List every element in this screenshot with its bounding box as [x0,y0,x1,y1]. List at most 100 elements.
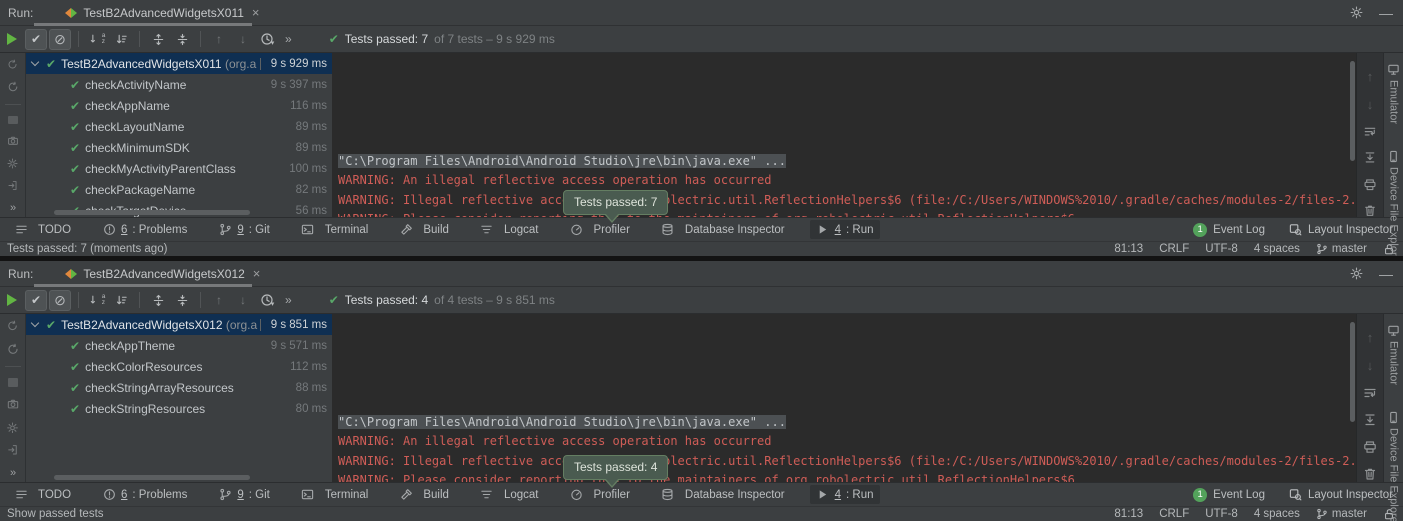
test-row[interactable]: ✔ checkMinimumSDK 89 ms [26,137,332,158]
rerun-button[interactable] [1,29,23,50]
rerun-failed-tests-icon[interactable] [6,343,20,356]
test-settings-icon[interactable] [6,422,19,434]
tool-window-button[interactable]: Logcat [474,485,545,504]
tool-window-button[interactable]: Profiler [563,485,635,504]
up-stack-trace-icon[interactable]: ↑ [1367,69,1374,84]
tool-window-button[interactable]: TODO [8,220,77,239]
scroll-to-end-icon[interactable] [1363,413,1377,427]
down-stack-trace-icon[interactable]: ↓ [1367,97,1374,112]
close-icon[interactable]: × [252,5,260,20]
more-icon[interactable]: » [10,202,15,214]
next-failed-test-icon[interactable]: ↓ [232,290,254,311]
tool-window-button[interactable]: Build [393,485,455,504]
show-passed-toggle[interactable]: ✔ [25,290,47,311]
tool-window-button[interactable]: Terminal [295,220,374,239]
more-icon[interactable]: » [10,467,15,479]
up-stack-trace-icon[interactable]: ↑ [1367,330,1374,345]
run-tab[interactable]: TestB2AdvancedWidgetsX011 × [59,0,265,25]
down-stack-trace-icon[interactable]: ↓ [1367,358,1374,373]
collapse-all-icon[interactable] [171,29,193,50]
tool-window-button[interactable]: 9: Git [212,220,276,239]
previous-failed-test-icon[interactable]: ↑ [208,29,230,50]
test-row[interactable]: ✔ checkPackageName 82 ms [26,179,332,200]
import-test-results-icon[interactable] [6,180,19,191]
tool-window-button[interactable]: 6: Problems [96,485,193,504]
toolbar-overflow-icon[interactable]: » [285,293,291,307]
soft-wrap-icon[interactable] [1363,125,1377,138]
clear-all-icon[interactable] [1363,204,1377,217]
event-log-button[interactable]: 1 Event Log [1193,223,1265,237]
hide-icon[interactable]: — [1379,5,1393,21]
indent-size[interactable]: 4 spaces [1254,508,1300,520]
tool-window-button[interactable]: Profiler [563,220,635,239]
sort-alphabetically-icon[interactable]: az [86,29,108,50]
caret-position[interactable]: 81:13 [1114,508,1143,520]
expand-all-icon[interactable] [147,29,169,50]
run-tab[interactable]: TestB2AdvancedWidgetsX012 × [59,261,266,286]
chevron-down-icon[interactable] [31,319,39,327]
hide-icon[interactable]: — [1379,266,1393,282]
rerun-icon[interactable] [6,320,19,332]
tool-window-button[interactable]: Build [393,220,455,239]
file-encoding[interactable]: UTF-8 [1205,508,1238,520]
rerun-icon[interactable] [6,59,19,70]
test-row[interactable]: ✔ checkMyActivityParentClass 100 ms [26,158,332,179]
screenshot-icon[interactable] [6,398,20,411]
import-test-results-icon[interactable] [6,444,19,456]
file-encoding[interactable]: UTF-8 [1205,243,1238,255]
git-branch-widget[interactable]: master [1316,243,1367,255]
test-row[interactable]: ✔ checkColorResources 112 ms [26,356,332,377]
line-separator[interactable]: CRLF [1159,508,1189,520]
tool-button-device-file-explorer[interactable]: Device File Explorer [1387,411,1400,521]
show-ignored-toggle[interactable]: ⊘ [49,290,71,311]
gear-icon[interactable] [1350,267,1363,280]
close-icon[interactable]: × [253,266,261,281]
tool-window-button[interactable]: 6: Problems [96,220,193,239]
expand-all-icon[interactable] [147,290,169,311]
test-history-icon[interactable]: ▾ [256,29,278,50]
tool-button-emulator[interactable]: Emulator [1387,63,1400,124]
tool-window-button[interactable]: Terminal [295,485,374,504]
event-log-button[interactable]: 1 Event Log [1193,488,1265,502]
tool-window-button[interactable]: 4: Run [810,220,880,239]
gear-icon[interactable] [1350,6,1363,19]
scroll-to-end-icon[interactable] [1363,151,1377,164]
soft-wrap-icon[interactable] [1363,386,1377,400]
caret-position[interactable]: 81:13 [1114,243,1143,255]
indent-size[interactable]: 4 spaces [1254,243,1300,255]
rerun-failed-tests-icon[interactable] [6,81,20,93]
layout-inspector-button[interactable]: Layout Inspector [1289,488,1393,501]
sort-by-duration-icon[interactable] [110,290,132,311]
tool-window-button[interactable]: Database Inspector [655,220,791,239]
print-icon[interactable] [1363,178,1377,191]
test-row[interactable]: ✔ checkStringArrayResources 88 ms [26,377,332,398]
sort-by-duration-icon[interactable] [110,29,132,50]
test-suite-row[interactable]: ✔ TestB2AdvancedWidgetsX012 (org.a 9 s 8… [26,314,332,335]
stop-icon[interactable] [8,116,18,124]
clear-all-icon[interactable] [1363,467,1377,481]
print-icon[interactable] [1363,440,1377,454]
show-ignored-toggle[interactable]: ⊘ [49,29,71,50]
test-row[interactable]: ✔ checkLayoutName 89 ms [26,116,332,137]
test-row[interactable]: ✔ checkStringResources 80 ms [26,398,332,419]
test-row[interactable]: ✔ checkAppTheme 9 s 571 ms [26,335,332,356]
test-row[interactable]: ✔ checkAppName 116 ms [26,95,332,116]
chevron-down-icon[interactable] [31,58,39,66]
line-separator[interactable]: CRLF [1159,243,1189,255]
tree-horizontal-scrollbar[interactable] [54,210,250,215]
next-failed-test-icon[interactable]: ↓ [232,29,254,50]
rerun-button[interactable] [1,290,23,311]
tool-button-device-file-explorer[interactable]: Device File Explorer [1387,150,1400,256]
test-settings-icon[interactable] [6,158,19,169]
layout-inspector-button[interactable]: Layout Inspector [1289,223,1393,236]
console-output[interactable]: "C:\Program Files\Android\Android Studio… [332,53,1356,217]
test-history-icon[interactable]: ▾ [256,290,278,311]
console-scrollbar[interactable] [1350,61,1355,161]
show-passed-toggle[interactable]: ✔ [25,29,47,50]
tree-horizontal-scrollbar[interactable] [54,475,250,480]
tool-window-button[interactable]: 9: Git [212,485,276,504]
tool-window-button[interactable]: 4: Run [810,485,880,504]
git-branch-widget[interactable]: master [1316,508,1367,520]
test-row[interactable]: ✔ checkActivityName 9 s 397 ms [26,74,332,95]
collapse-all-icon[interactable] [171,290,193,311]
